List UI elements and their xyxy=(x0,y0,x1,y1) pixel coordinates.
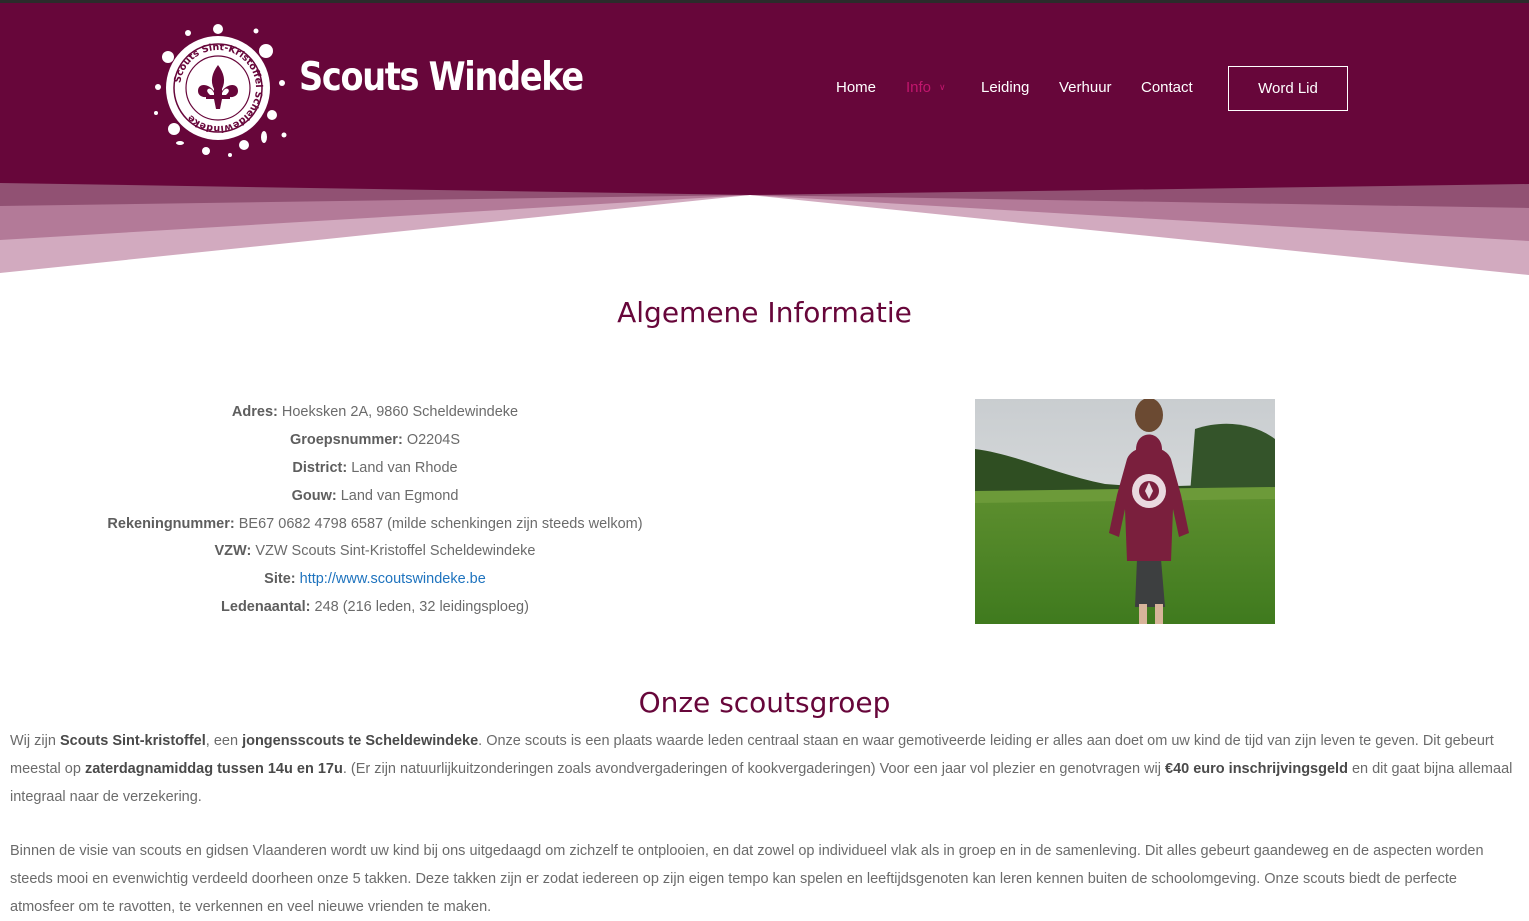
section-heading-group: Onze scoutsgroep xyxy=(638,686,891,719)
paragraph-bold: zaterdagnamiddag tussen 14u en 17u xyxy=(84,761,343,777)
info-value: BE67 0682 4798 6587 (milde schenkingen z… xyxy=(238,515,643,532)
group-paragraph-1: Wij zijn Scouts Sint-kristoffel, een jon… xyxy=(10,727,1515,811)
info-row-rekeningnummer: Rekeningnummer: BE67 0682 4798 6587 (mil… xyxy=(60,512,690,540)
header-wave-divider xyxy=(0,178,1529,275)
info-list: Adres: Hoeksken 2A, 9860 Scheldewindeke … xyxy=(60,400,690,623)
info-value: Land van Rhode xyxy=(351,459,458,476)
paragraph-text: , een xyxy=(205,733,243,749)
site-title[interactable]: Scouts Windeke xyxy=(299,55,584,100)
info-row-ledenaantal: Ledenaantal: 248 (216 leden, 32 leidings… xyxy=(60,595,690,623)
site-header: Scouts Sint-Kristoffel Scheldewindeke Sc… xyxy=(0,3,1529,180)
info-label: District: xyxy=(292,459,348,476)
info-row-adres: Adres: Hoeksken 2A, 9860 Scheldewindeke xyxy=(60,400,690,428)
info-value: 248 (216 leden, 32 leidingsploeg) xyxy=(314,599,529,616)
section-heading-info: Algemene Informatie xyxy=(617,296,912,329)
chevron-down-icon: ∨ xyxy=(939,82,946,92)
info-row-vzw: VZW: VZW Scouts Sint-Kristoffel Scheldew… xyxy=(60,539,690,567)
nav-home[interactable]: Home xyxy=(836,79,876,96)
nav-info-label: Info xyxy=(906,79,932,96)
nav-info[interactable]: Info ∨ xyxy=(906,79,946,96)
info-row-site: Site: http://www.scoutswindeke.be xyxy=(60,567,690,595)
nav-verhuur[interactable]: Verhuur xyxy=(1059,79,1112,96)
info-value: Land van Egmond xyxy=(340,487,459,504)
info-row-gouw: Gouw: Land van Egmond xyxy=(60,484,690,512)
info-value: O2204S xyxy=(406,431,461,448)
paragraph-bold: jongensscouts te Scheldewindeke xyxy=(242,733,479,749)
paragraph-bold: €40 euro inschrijvingsgeld xyxy=(1165,761,1348,777)
group-paragraph-2: Binnen de visie van scouts en gidsen Vla… xyxy=(10,843,1484,915)
info-value: Hoeksken 2A, 9860 Scheldewindeke xyxy=(281,404,519,420)
info-label: Gouw: xyxy=(291,487,337,504)
paragraph-bold: Scouts Sint-kristoffel xyxy=(59,733,206,749)
paragraph-text: Wij zijn xyxy=(10,733,60,749)
info-label: Ledenaantal: xyxy=(221,599,311,616)
nav-contact[interactable]: Contact xyxy=(1141,79,1193,96)
info-label: Groepsnummer: xyxy=(289,431,403,448)
paragraph-text: . (Er zijn natuurlijkuitzonderingen zoal… xyxy=(342,761,1165,777)
word-lid-button[interactable]: Word Lid xyxy=(1228,66,1348,111)
scout-hoodie-photo xyxy=(975,399,1275,624)
scouts-logo-icon[interactable]: Scouts Sint-Kristoffel Scheldewindeke xyxy=(148,17,288,159)
nav-leiding[interactable]: Leiding xyxy=(981,79,1029,96)
info-row-district: District: Land van Rhode xyxy=(60,456,690,484)
info-label: Rekeningnummer: xyxy=(107,515,235,532)
info-row-groepsnummer: Groepsnummer: O2204S xyxy=(60,428,690,456)
info-label: Site: xyxy=(264,571,296,588)
info-label: VZW: xyxy=(214,543,252,560)
info-label: Adres: xyxy=(231,404,278,420)
site-link[interactable]: http://www.scoutswindeke.be xyxy=(300,571,486,587)
info-value: VZW Scouts Sint-Kristoffel Scheldewindek… xyxy=(255,543,536,560)
